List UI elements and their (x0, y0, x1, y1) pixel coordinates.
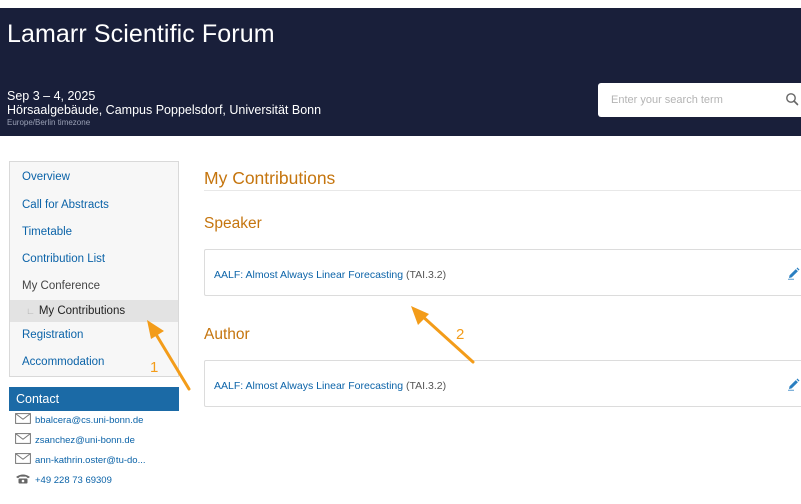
contribution-line: AALF: Almost Always Linear Forecasting (… (214, 269, 446, 281)
contact-email-text: zsanchez@uni-bonn.de (35, 435, 135, 446)
sidebar-item-overview[interactable]: Overview (10, 162, 178, 192)
event-dates: Sep 3 – 4, 2025 (7, 89, 96, 103)
contact-email-text: ann-kathrin.oster@tu-do... (35, 455, 146, 466)
envelope-icon (15, 433, 31, 444)
page-title: My Contributions (204, 168, 336, 188)
contribution-code: (TAI.3.2) (406, 269, 447, 281)
contribution-link[interactable]: AALF: Almost Always Linear Forecasting (214, 380, 403, 392)
phone-icon (16, 474, 30, 484)
contribution-code: (TAI.3.2) (406, 380, 447, 392)
sidebar-item-my-conference[interactable]: My Conference (10, 273, 178, 300)
section-speaker-heading: Speaker (204, 215, 262, 232)
edit-pencil-icon[interactable] (787, 267, 800, 280)
sidebar-menu: Overview Call for Abstracts Timetable Co… (9, 161, 179, 377)
contact-phone-text: +49 228 73 69309 (35, 475, 112, 486)
envelope-icon (15, 413, 31, 424)
title-divider (204, 190, 801, 191)
sidebar-item-registration[interactable]: Registration (10, 322, 178, 349)
sidebar-item-label: My Contributions (38, 305, 126, 317)
contact-email-text: bbalcera@cs.uni-bonn.de (35, 415, 144, 426)
contact-phone[interactable]: +49 228 73 69309 (9, 471, 179, 491)
search-icon[interactable] (785, 92, 799, 106)
contact-title: Contact (9, 387, 179, 411)
contribution-card-author: AALF: Almost Always Linear Forecasting (… (204, 360, 801, 407)
contact-box: Contact bbalcera@cs.uni-bonn.de zsanchez… (9, 387, 179, 491)
event-timezone: Europe/Berlin timezone (7, 118, 91, 127)
contact-email-1[interactable]: bbalcera@cs.uni-bonn.de (9, 411, 179, 431)
event-header: Lamarr Scientific Forum Sep 3 – 4, 2025 … (0, 8, 801, 136)
annotation-label-2: 2 (456, 326, 465, 343)
contact-email-3[interactable]: ann-kathrin.oster@tu-do... (9, 451, 179, 471)
section-author-heading: Author (204, 326, 250, 343)
envelope-icon (15, 453, 31, 464)
contribution-line: AALF: Almost Always Linear Forecasting (… (214, 380, 446, 392)
edit-pencil-icon[interactable] (787, 378, 800, 391)
sidebar-item-call-for-abstracts[interactable]: Call for Abstracts (10, 192, 178, 219)
contribution-card-speaker: AALF: Almost Always Linear Forecasting (… (204, 249, 801, 296)
contact-email-2[interactable]: zsanchez@uni-bonn.de (9, 431, 179, 451)
search-input[interactable] (598, 83, 778, 117)
contribution-link[interactable]: AALF: Almost Always Linear Forecasting (214, 269, 403, 281)
sidebar-item-my-contributions[interactable]: ∟ My Contributions (10, 300, 178, 322)
event-venue: Hörsaalgebäude, Campus Poppelsdorf, Univ… (7, 103, 322, 117)
sidebar-item-contribution-list[interactable]: Contribution List (10, 246, 178, 273)
annotation-label-1: 1 (150, 359, 159, 376)
event-title[interactable]: Lamarr Scientific Forum (7, 20, 275, 49)
submenu-marker: ∟ (26, 306, 35, 316)
search-box (598, 83, 801, 117)
sidebar-item-timetable[interactable]: Timetable (10, 219, 178, 246)
